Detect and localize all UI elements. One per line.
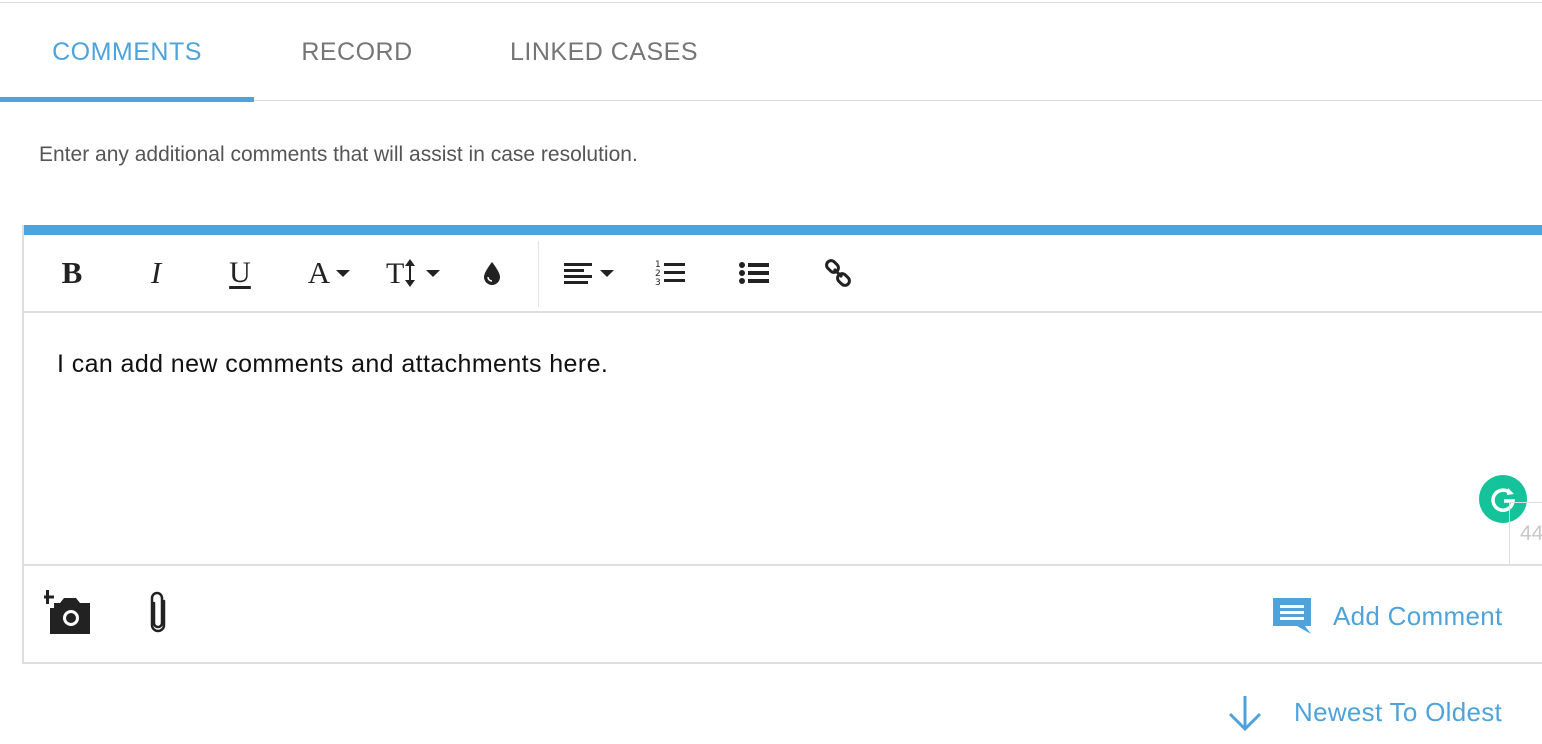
add-comment-label: Add Comment <box>1333 600 1503 631</box>
bold-button[interactable]: B <box>44 235 100 311</box>
text-color-button[interactable] <box>472 235 512 311</box>
comment-hint: Enter any additional comments that will … <box>39 143 638 166</box>
add-comment-button[interactable]: Add Comment <box>1271 590 1502 642</box>
ordered-list-icon: 1 2 3 <box>655 260 685 287</box>
align-button[interactable] <box>558 235 620 311</box>
comment-text-area[interactable]: I can add new comments and attachments h… <box>57 350 608 379</box>
comment-editor: B I U A T 1 2 3 I can add new comments a… <box>22 225 1542 664</box>
editor-accent-bar <box>24 225 1542 235</box>
align-left-icon <box>564 263 592 284</box>
font-family-icon: A <box>307 255 331 290</box>
comment-icon <box>1273 598 1311 634</box>
character-counter: 44 <box>1509 502 1542 564</box>
sort-order-toggle[interactable]: Newest To Oldest <box>1226 690 1502 734</box>
bold-icon: B <box>61 255 83 290</box>
unordered-list-button[interactable] <box>730 235 778 311</box>
font-size-icon: T <box>386 257 415 289</box>
italic-icon: I <box>150 255 162 290</box>
font-size-button[interactable]: T <box>380 235 446 311</box>
attach-file-button[interactable] <box>136 588 180 638</box>
color-drop-icon <box>484 262 500 285</box>
svg-text:3: 3 <box>655 278 661 287</box>
sort-order-label: Newest To Oldest <box>1294 696 1503 727</box>
formatting-toolbar: B I U A T 1 2 3 <box>24 235 1542 313</box>
underline-button[interactable]: U <box>212 235 268 311</box>
chevron-down-icon <box>600 269 614 277</box>
arrow-down-icon <box>1228 696 1262 732</box>
active-tab-indicator <box>0 97 254 102</box>
italic-button[interactable]: I <box>128 235 184 311</box>
link-icon <box>825 259 851 287</box>
toolbar-separator <box>538 241 539 307</box>
underline-icon: U <box>229 256 251 289</box>
tab-linked-cases[interactable]: LINKED CASES <box>460 3 748 101</box>
comments-panel: COMMENTS RECORD LINKED CASES Enter any a… <box>0 0 1542 744</box>
editor-footer: Add Comment <box>24 564 1542 662</box>
font-family-button[interactable]: A <box>296 235 362 311</box>
add-photo-icon <box>44 590 90 634</box>
tab-bar: COMMENTS RECORD LINKED CASES <box>0 3 1542 102</box>
insert-link-button[interactable] <box>814 235 862 311</box>
chevron-down-icon <box>426 269 440 277</box>
tab-comments[interactable]: COMMENTS <box>0 3 254 101</box>
paperclip-icon <box>150 591 166 633</box>
ordered-list-button[interactable]: 1 2 3 <box>646 235 694 311</box>
svg-text:T: T <box>386 257 404 289</box>
chevron-down-icon <box>336 269 351 277</box>
tab-record[interactable]: RECORD <box>254 3 460 101</box>
unordered-list-icon <box>739 262 769 284</box>
add-photo-button[interactable] <box>42 588 94 638</box>
